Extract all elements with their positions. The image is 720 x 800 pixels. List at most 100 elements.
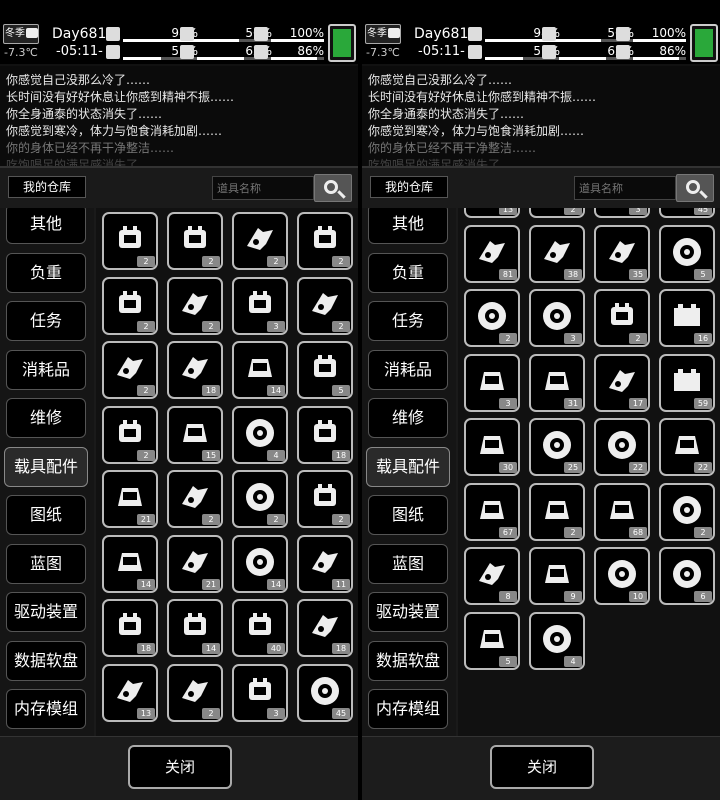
inventory-slot[interactable]: 13 [102, 663, 158, 722]
inventory-slot[interactable]: 2 [464, 289, 520, 347]
inventory-slot[interactable]: 10 [594, 547, 650, 605]
inventory-slot[interactable]: 22 [659, 418, 715, 476]
category-tab[interactable]: 图纸 [368, 495, 448, 535]
inventory-slot[interactable]: 15 [167, 405, 223, 464]
inventory-slot[interactable]: 14 [102, 534, 158, 593]
category-tab[interactable]: 消耗品 [6, 349, 86, 390]
category-sidebar[interactable]: 其他负重任务消耗品维修载具配件图纸蓝图驱动装置数据软盘内存模组 [0, 208, 94, 738]
inventory-slot[interactable]: 18 [297, 599, 353, 657]
category-tab[interactable]: 维修 [368, 398, 448, 438]
inventory-slot[interactable]: 17 [594, 353, 650, 412]
inventory-slot[interactable]: 5 [297, 341, 353, 399]
inventory-slot[interactable]: 31 [529, 353, 585, 412]
category-tab[interactable]: 载具配件 [4, 446, 88, 487]
inventory-slot[interactable]: 40 [232, 599, 288, 657]
inventory-slot[interactable]: 67 [464, 482, 520, 541]
inventory-slot[interactable]: 14 [167, 599, 223, 657]
category-tab[interactable]: 维修 [6, 398, 86, 438]
inventory-slot[interactable]: 2 [232, 212, 288, 270]
search-button[interactable] [314, 174, 352, 202]
inventory-slot[interactable]: 2 [102, 341, 158, 399]
category-tab[interactable]: 任务 [368, 301, 448, 341]
inventory-slot[interactable]: 22 [594, 418, 650, 476]
category-tab[interactable]: 内存模组 [6, 689, 86, 729]
inventory-slot[interactable]: 2 [102, 212, 158, 270]
category-tab[interactable]: 驱动装置 [368, 592, 448, 632]
item-count: 5 [694, 268, 712, 280]
inventory-slot[interactable]: 2 [297, 212, 353, 270]
inventory-slot[interactable]: 35 [594, 224, 650, 283]
inventory-slot[interactable]: 30 [464, 418, 520, 476]
category-tab[interactable]: 驱动装置 [6, 592, 86, 632]
inventory-slot[interactable]: 3 [529, 289, 585, 347]
inventory-slot[interactable]: 18 [297, 405, 353, 464]
inventory-slot[interactable]: 9 [529, 547, 585, 605]
inventory-slot[interactable]: 3 [232, 276, 288, 335]
inventory-slot[interactable]: 21 [102, 470, 158, 528]
inventory-slot[interactable]: 2 [102, 276, 158, 335]
category-tab[interactable]: 图纸 [6, 495, 86, 535]
inventory-slot[interactable]: 2 [659, 482, 715, 541]
inventory-slot[interactable]: 2 [232, 470, 288, 528]
category-tab[interactable]: 其他 [368, 208, 448, 244]
item-grid[interactable]: 2 2 2 2 2 2 3 2 2 18 14 5 2 15 4 18 21 2 2 2 14 21 14 11 18 14 40 1… [96, 208, 358, 738]
inventory-slot[interactable]: 3 [464, 353, 520, 412]
inventory-slot[interactable]: 6 [659, 547, 715, 605]
category-tab[interactable]: 蓝图 [368, 543, 448, 584]
search-input[interactable] [574, 176, 676, 200]
search-button[interactable] [676, 174, 714, 202]
inventory-slot[interactable]: 5 [464, 611, 520, 670]
inventory-slot[interactable]: 2 [167, 212, 223, 270]
inventory-slot[interactable]: 2 [529, 208, 585, 218]
inventory-slot[interactable]: 3 [232, 663, 288, 722]
inventory-slot[interactable]: 5 [659, 224, 715, 283]
category-tab[interactable]: 负重 [368, 252, 448, 293]
category-sidebar[interactable]: 其他负重任务消耗品维修载具配件图纸蓝图驱动装置数据软盘内存模组 [362, 208, 456, 738]
category-tab[interactable]: 载具配件 [366, 446, 450, 487]
inventory-slot[interactable]: 25 [529, 418, 585, 476]
close-button[interactable]: 关闭 [128, 745, 232, 789]
inventory-slot[interactable]: 14 [232, 534, 288, 593]
inventory-slot[interactable]: 13 [464, 208, 520, 218]
inventory-slot[interactable]: 2 [529, 482, 585, 541]
temperature: -7.3℃ [366, 46, 400, 59]
inventory-slot[interactable]: 3 [594, 208, 650, 218]
search-input[interactable] [212, 176, 314, 200]
inventory-slot[interactable]: 4 [232, 405, 288, 464]
inventory-slot[interactable]: 18 [102, 599, 158, 657]
inventory-slot[interactable]: 2 [167, 470, 223, 528]
axle-icon [309, 609, 341, 643]
inventory-slot[interactable]: 8 [464, 547, 520, 605]
stat-sanity: 86% [616, 44, 686, 61]
inventory-slot[interactable]: 11 [297, 534, 353, 593]
category-tab[interactable]: 负重 [6, 252, 86, 293]
category-tab[interactable]: 数据软盘 [6, 640, 86, 681]
inventory-slot[interactable]: 2 [102, 405, 158, 464]
inventory-slot[interactable]: 14 [232, 341, 288, 399]
item-grid[interactable]: 13 2 3 45 81 38 35 5 2 3 2 16 3 31 17 59 30 25 22 22 67 2 68 2 8… [458, 208, 720, 738]
item-count: 81 [499, 268, 517, 280]
inventory-slot[interactable]: 59 [659, 353, 715, 412]
inventory-slot[interactable]: 2 [297, 276, 353, 335]
item-count: 45 [332, 707, 350, 719]
inventory-slot[interactable]: 45 [659, 208, 715, 218]
inventory-slot[interactable]: 2 [167, 276, 223, 335]
close-button[interactable]: 关闭 [490, 745, 594, 789]
category-tab[interactable]: 其他 [6, 208, 86, 244]
inventory-slot[interactable]: 81 [464, 224, 520, 283]
inventory-slot[interactable]: 2 [297, 470, 353, 528]
inventory-slot[interactable]: 38 [529, 224, 585, 283]
inventory-slot[interactable]: 4 [529, 611, 585, 670]
inventory-slot[interactable]: 18 [167, 341, 223, 399]
inventory-slot[interactable]: 21 [167, 534, 223, 593]
inventory-slot[interactable]: 2 [167, 663, 223, 722]
inventory-slot[interactable]: 45 [297, 663, 353, 722]
category-tab[interactable]: 数据软盘 [368, 640, 448, 681]
category-tab[interactable]: 消耗品 [368, 349, 448, 390]
category-tab[interactable]: 内存模组 [368, 689, 448, 729]
inventory-slot[interactable]: 2 [594, 289, 650, 347]
category-tab[interactable]: 蓝图 [6, 543, 86, 584]
category-tab[interactable]: 任务 [6, 301, 86, 341]
inventory-slot[interactable]: 68 [594, 482, 650, 541]
inventory-slot[interactable]: 16 [659, 289, 715, 347]
